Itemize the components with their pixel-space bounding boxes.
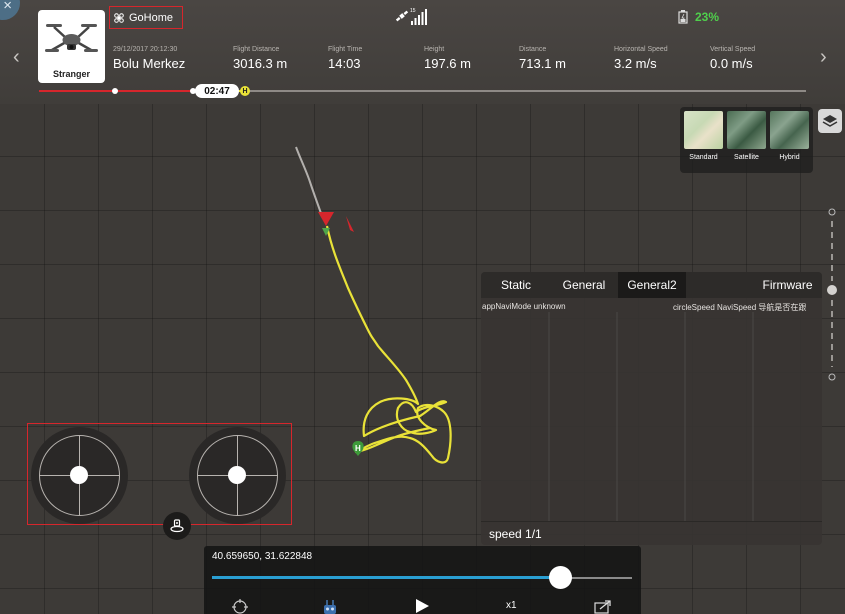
left-joystick-knob[interactable]	[70, 466, 88, 484]
play-icon[interactable]	[414, 598, 430, 614]
playback-scrubber[interactable]	[549, 566, 572, 589]
playback-speed-button[interactable]: x1	[506, 600, 517, 611]
tab-firmware[interactable]: Firmware	[753, 272, 822, 298]
map-type-standard[interactable]: Standard	[684, 111, 723, 169]
telemetry-info-panel: Static General General2 Firmware appNavi…	[481, 272, 822, 545]
map-thumbnail-satellite	[727, 111, 766, 149]
tab-static[interactable]: Static	[485, 272, 547, 298]
share-icon[interactable]	[593, 598, 613, 614]
map-type-picker: Standard Satellite Hybrid	[680, 107, 813, 173]
right-joystick-knob[interactable]	[228, 466, 246, 484]
info-text-left: appNaviMode unknown	[482, 302, 566, 311]
tab-general[interactable]: General	[551, 272, 617, 298]
camera-orbit-icon	[170, 519, 184, 533]
info-grid-lines	[548, 312, 754, 522]
flight-path-gray	[295, 146, 323, 217]
zoom-slider-knob[interactable]	[827, 285, 837, 295]
map-thumbnail-hybrid	[770, 111, 809, 149]
speed-label: speed 1/1	[489, 527, 542, 541]
remote-controller-icon[interactable]	[322, 598, 338, 614]
tab-general2[interactable]: General2	[618, 272, 686, 298]
camera-view-button[interactable]	[163, 512, 191, 540]
playback-progress	[212, 576, 560, 579]
zoom-slider[interactable]	[825, 205, 839, 385]
heading-indicator-icon	[346, 216, 354, 232]
flight-path-yellow	[325, 225, 452, 464]
home-point-label: H	[355, 444, 361, 453]
map-type-hybrid[interactable]: Hybrid	[770, 111, 809, 169]
gps-coordinates: 40.659650, 31.622848	[212, 551, 313, 562]
left-joystick[interactable]	[31, 427, 128, 524]
virtual-sticks-panel	[27, 423, 292, 525]
info-tab-bar: Static General General2 Firmware	[481, 272, 822, 298]
drone-position-icon	[318, 212, 334, 226]
map-type-satellite[interactable]: Satellite	[727, 111, 766, 169]
layers-icon	[822, 115, 838, 127]
playback-controls: 40.659650, 31.622848 x1	[204, 546, 641, 614]
home-point-icon: H	[352, 441, 364, 456]
map-thumbnail-standard	[684, 111, 723, 149]
speed-row: speed 1/1	[481, 521, 822, 545]
layers-button[interactable]	[818, 109, 842, 133]
right-joystick[interactable]	[189, 427, 286, 524]
locate-icon[interactable]	[231, 598, 249, 614]
